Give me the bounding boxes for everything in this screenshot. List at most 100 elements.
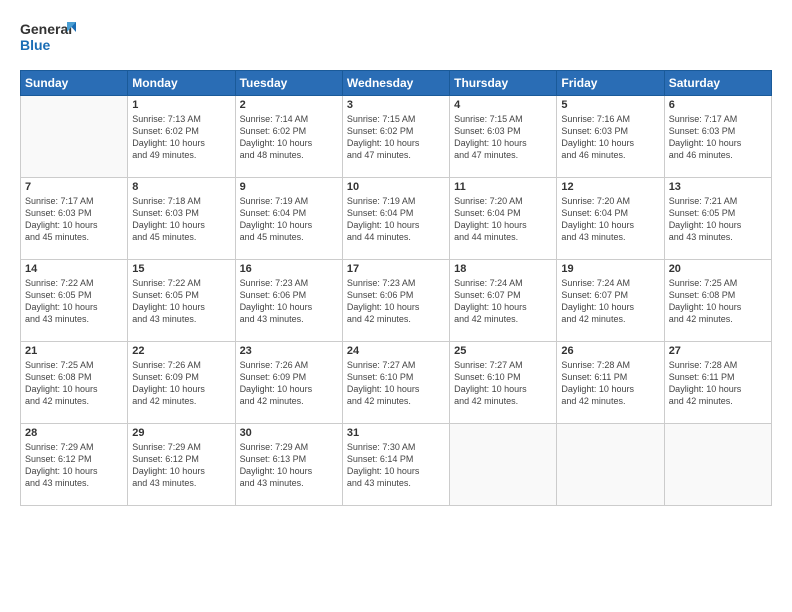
day-number: 16: [240, 263, 338, 275]
day-info: Sunrise: 7:22 AM Sunset: 6:05 PM Dayligh…: [132, 277, 230, 326]
day-cell: 31 Sunrise: 7:30 AM Sunset: 6:14 PM Dayli…: [342, 424, 449, 506]
logo: General Blue: [20, 18, 80, 60]
day-cell: 14Sunrise: 7:22 AM Sunset: 6:05 PM Dayli…: [21, 260, 128, 342]
day-number: 15: [132, 263, 230, 275]
day-cell: 21 Sunrise: 7:25 AM Sunset: 6:08 PM Dayli…: [21, 342, 128, 424]
day-info: Sunrise: 7:18 AM Sunset: 6:03 PM Dayligh…: [132, 195, 230, 244]
day-number: 4: [454, 99, 552, 111]
week-row-3: 14 Sunrise: 7:22 AM Sunset: 6:05 PM Dayli…: [21, 260, 772, 342]
day-cell: 9Sunrise: 7:19 AM Sunset: 6:04 PM Daylig…: [235, 178, 342, 260]
day-number: 30: [240, 427, 338, 439]
calendar-table: SundayMondayTuesdayWednesdayThursdayFrid…: [20, 70, 772, 506]
day-cell: 30Sunrise: 7:29 AM Sunset: 6:13 PM Dayli…: [235, 424, 342, 506]
day-cell: 11 Sunrise: 7:20 AM Sunset: 6:04 PM Dayli…: [450, 178, 557, 260]
day-info: Sunrise: 7:26 AM Sunset: 6:09 PM Dayligh…: [132, 359, 230, 408]
day-info: Sunrise: 7:23 AM Sunset: 6:06 PM Dayligh…: [240, 277, 338, 326]
day-info: Sunrise: 7:16 AM Sunset: 6:03 PM Dayligh…: [561, 113, 659, 162]
day-info: Sunrise: 7:26 AM Sunset: 6:09 PM Dayligh…: [240, 359, 338, 408]
day-info: Sunrise: 7:24 AM Sunset: 6:07 PM Dayligh…: [561, 277, 659, 326]
day-info: Sunrise: 7:28 AM Sunset: 6:11 PM Dayligh…: [561, 359, 659, 408]
header: General Blue: [20, 18, 772, 60]
week-row-1: 1 Sunrise: 7:13 AM Sunset: 6:02 PM Daylig…: [21, 96, 772, 178]
day-number: 3: [347, 99, 445, 111]
day-info: Sunrise: 7:25 AM Sunset: 6:08 PM Dayligh…: [25, 359, 123, 408]
day-number: 25: [454, 345, 552, 357]
calendar-page: General Blue SundayMondayTuesdayWednesda…: [0, 0, 792, 612]
logo-svg: General Blue: [20, 18, 80, 60]
day-number: 21: [25, 345, 123, 357]
day-number: 10: [347, 181, 445, 193]
day-info: Sunrise: 7:17 AM Sunset: 6:03 PM Dayligh…: [25, 195, 123, 244]
day-info: Sunrise: 7:27 AM Sunset: 6:10 PM Dayligh…: [347, 359, 445, 408]
header-cell-tuesday: Tuesday: [235, 71, 342, 96]
day-cell: 18 Sunrise: 7:24 AM Sunset: 6:07 PM Dayli…: [450, 260, 557, 342]
day-cell: 4Sunrise: 7:15 AM Sunset: 6:03 PM Daylig…: [450, 96, 557, 178]
day-cell: 2 Sunrise: 7:14 AM Sunset: 6:02 PM Daylig…: [235, 96, 342, 178]
day-info: Sunrise: 7:20 AM Sunset: 6:04 PM Dayligh…: [454, 195, 552, 244]
day-number: 13: [669, 181, 767, 193]
day-info: Sunrise: 7:30 AM Sunset: 6:14 PM Dayligh…: [347, 441, 445, 490]
day-info: Sunrise: 7:14 AM Sunset: 6:02 PM Dayligh…: [240, 113, 338, 162]
week-row-5: 28 Sunrise: 7:29 AM Sunset: 6:12 PM Dayli…: [21, 424, 772, 506]
header-row: SundayMondayTuesdayWednesdayThursdayFrid…: [21, 71, 772, 96]
day-cell: [450, 424, 557, 506]
day-info: Sunrise: 7:23 AM Sunset: 6:06 PM Dayligh…: [347, 277, 445, 326]
day-number: 28: [25, 427, 123, 439]
day-info: Sunrise: 7:28 AM Sunset: 6:11 PM Dayligh…: [669, 359, 767, 408]
day-number: 22: [132, 345, 230, 357]
day-number: 2: [240, 99, 338, 111]
day-cell: 17 Sunrise: 7:23 AM Sunset: 6:06 PM Dayli…: [342, 260, 449, 342]
day-number: 7: [25, 181, 123, 193]
header-cell-thursday: Thursday: [450, 71, 557, 96]
day-cell: 26 Sunrise: 7:28 AM Sunset: 6:11 PM Dayli…: [557, 342, 664, 424]
day-cell: 29Sunrise: 7:29 AM Sunset: 6:12 PM Dayli…: [128, 424, 235, 506]
day-number: 5: [561, 99, 659, 111]
day-number: 20: [669, 263, 767, 275]
day-cell: [664, 424, 771, 506]
day-number: 14: [25, 263, 123, 275]
day-number: 24: [347, 345, 445, 357]
day-number: 26: [561, 345, 659, 357]
day-cell: 19Sunrise: 7:24 AM Sunset: 6:07 PM Dayli…: [557, 260, 664, 342]
day-cell: 23 Sunrise: 7:26 AM Sunset: 6:09 PM Dayli…: [235, 342, 342, 424]
day-cell: [21, 96, 128, 178]
header-cell-sunday: Sunday: [21, 71, 128, 96]
header-cell-saturday: Saturday: [664, 71, 771, 96]
day-cell: 15 Sunrise: 7:22 AM Sunset: 6:05 PM Dayli…: [128, 260, 235, 342]
day-number: 11: [454, 181, 552, 193]
day-number: 12: [561, 181, 659, 193]
day-cell: 3Sunrise: 7:15 AM Sunset: 6:02 PM Daylig…: [342, 96, 449, 178]
day-number: 17: [347, 263, 445, 275]
day-info: Sunrise: 7:24 AM Sunset: 6:07 PM Dayligh…: [454, 277, 552, 326]
day-number: 23: [240, 345, 338, 357]
day-cell: 12 Sunrise: 7:20 AM Sunset: 6:04 PM Dayli…: [557, 178, 664, 260]
day-cell: 8 Sunrise: 7:18 AM Sunset: 6:03 PM Daylig…: [128, 178, 235, 260]
day-info: Sunrise: 7:25 AM Sunset: 6:08 PM Dayligh…: [669, 277, 767, 326]
day-number: 18: [454, 263, 552, 275]
day-info: Sunrise: 7:17 AM Sunset: 6:03 PM Dayligh…: [669, 113, 767, 162]
header-cell-monday: Monday: [128, 71, 235, 96]
day-info: Sunrise: 7:13 AM Sunset: 6:02 PM Dayligh…: [132, 113, 230, 162]
day-info: Sunrise: 7:29 AM Sunset: 6:12 PM Dayligh…: [25, 441, 123, 490]
day-info: Sunrise: 7:20 AM Sunset: 6:04 PM Dayligh…: [561, 195, 659, 244]
day-cell: 16 Sunrise: 7:23 AM Sunset: 6:06 PM Dayli…: [235, 260, 342, 342]
day-info: Sunrise: 7:29 AM Sunset: 6:12 PM Dayligh…: [132, 441, 230, 490]
day-cell: 1 Sunrise: 7:13 AM Sunset: 6:02 PM Daylig…: [128, 96, 235, 178]
week-row-4: 21 Sunrise: 7:25 AM Sunset: 6:08 PM Dayli…: [21, 342, 772, 424]
day-cell: 6 Sunrise: 7:17 AM Sunset: 6:03 PM Daylig…: [664, 96, 771, 178]
day-cell: 20 Sunrise: 7:25 AM Sunset: 6:08 PM Dayli…: [664, 260, 771, 342]
day-info: Sunrise: 7:19 AM Sunset: 6:04 PM Dayligh…: [347, 195, 445, 244]
day-cell: 10 Sunrise: 7:19 AM Sunset: 6:04 PM Dayli…: [342, 178, 449, 260]
day-cell: 22 Sunrise: 7:26 AM Sunset: 6:09 PM Dayli…: [128, 342, 235, 424]
header-cell-friday: Friday: [557, 71, 664, 96]
day-cell: 5 Sunrise: 7:16 AM Sunset: 6:03 PM Daylig…: [557, 96, 664, 178]
day-number: 31: [347, 427, 445, 439]
day-info: Sunrise: 7:21 AM Sunset: 6:05 PM Dayligh…: [669, 195, 767, 244]
day-number: 1: [132, 99, 230, 111]
day-number: 6: [669, 99, 767, 111]
day-cell: 27 Sunrise: 7:28 AM Sunset: 6:11 PM Dayli…: [664, 342, 771, 424]
day-info: Sunrise: 7:27 AM Sunset: 6:10 PM Dayligh…: [454, 359, 552, 408]
day-info: Sunrise: 7:19 AM Sunset: 6:04 PM Dayligh…: [240, 195, 338, 244]
day-number: 8: [132, 181, 230, 193]
day-number: 27: [669, 345, 767, 357]
